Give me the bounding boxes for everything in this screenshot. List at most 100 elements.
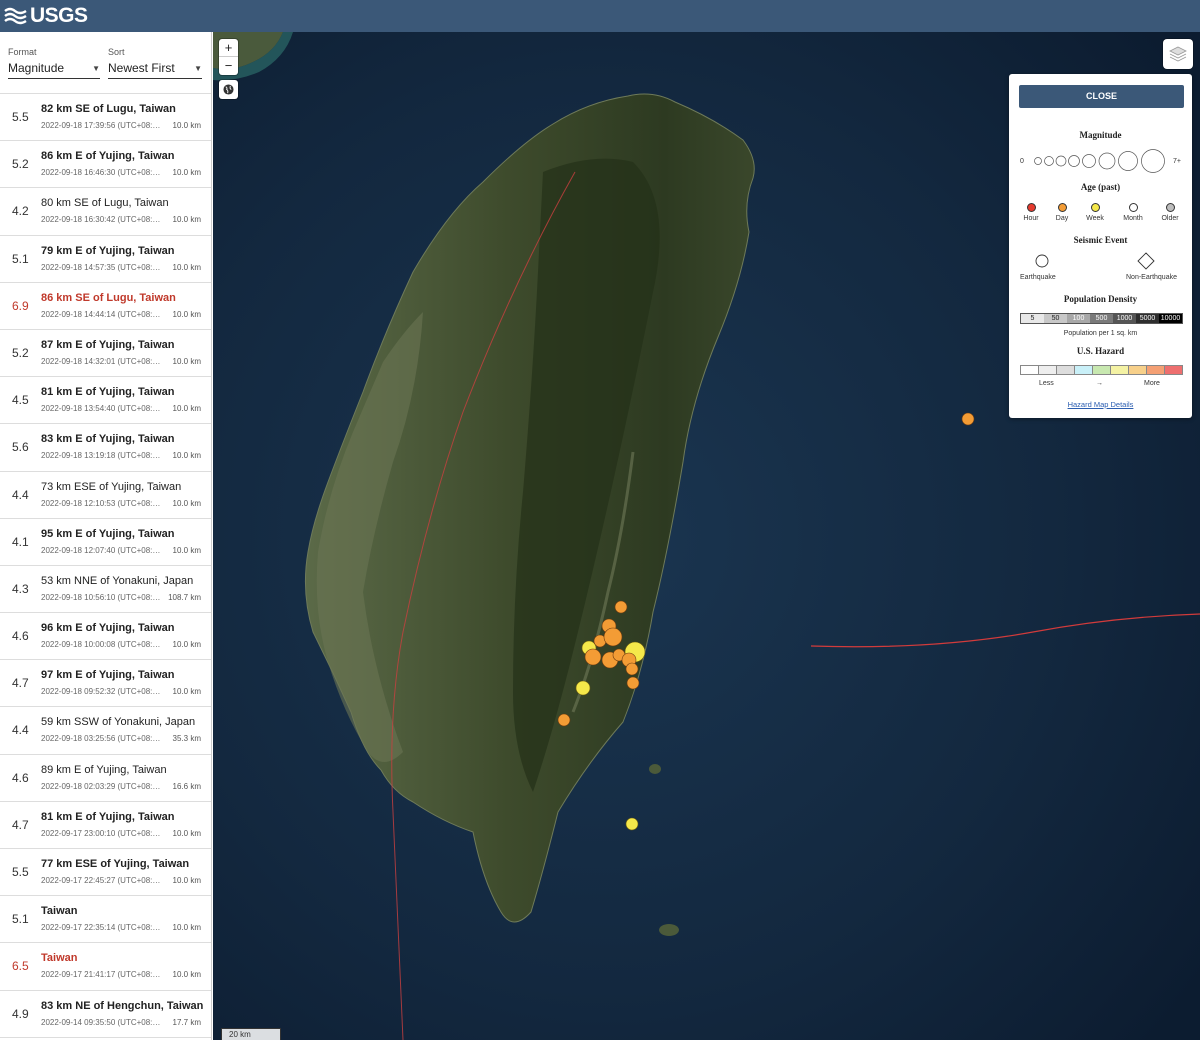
earthquake-time: 2022-09-18 16:46:30 (UTC+08:00) — [41, 168, 162, 178]
earthquake-marker[interactable] — [584, 648, 602, 666]
age-legend-item: Week — [1080, 203, 1110, 222]
age-legend-item: Hour — [1016, 203, 1046, 222]
close-legend-button[interactable]: CLOSE — [1019, 85, 1184, 108]
earthquake-time: 2022-09-18 10:56:10 (UTC+08:00) — [41, 592, 162, 602]
earthquake-depth: 10.0 km — [172, 687, 201, 697]
population-caption: Population per 1 sq. km — [1063, 330, 1138, 337]
hazard-swatch — [1165, 366, 1182, 374]
earthquake-marker[interactable] — [614, 600, 628, 614]
magnitude-value: 4.7 — [12, 676, 29, 691]
earthquake-list-item[interactable]: 4.1 95 km E of Yujing, Taiwan 2022-09-18 1… — [0, 519, 211, 566]
earthquake-list-item[interactable]: 5.2 86 km E of Yujing, Taiwan 2022-09-18 1… — [0, 141, 211, 189]
mag-max-label: 7+ — [1173, 158, 1181, 165]
magnitude-value: 4.1 — [12, 534, 29, 549]
earthquake-list-item[interactable]: 4.7 97 km E of Yujing, Taiwan 2022-09-18 0… — [0, 660, 211, 708]
earthquake-list-item[interactable]: 4.6 89 km E of Yujing, Taiwan 2022-09-18 0… — [0, 755, 211, 802]
zoom-in-button[interactable]: + — [219, 39, 238, 57]
population-scale: 5 50 100 500 1000 5000 10000 — [1020, 313, 1183, 324]
earthquake-marker[interactable] — [961, 412, 975, 426]
earthquake-list-item[interactable]: 4.7 81 km E of Yujing, Taiwan 2022-09-17 2… — [0, 802, 211, 849]
usgs-logo[interactable]: USGS — [4, 4, 88, 28]
earthquake-marker[interactable] — [603, 627, 623, 647]
earthquake-depth: 10.0 km — [172, 356, 201, 366]
population-level: 5 — [1021, 314, 1044, 323]
magnitude-value: 5.2 — [12, 157, 29, 172]
earthquake-list-item[interactable]: 4.4 59 km SSW of Yonakuni, Japan 2022-09-1… — [0, 707, 211, 755]
zoom-out-button[interactable]: − — [219, 57, 238, 75]
format-select[interactable]: Format Magnitude ▼ — [8, 47, 100, 79]
magnitude-value: 6.5 — [12, 959, 29, 974]
earthquake-time: 2022-09-18 16:30:42 (UTC+08:00) — [41, 215, 162, 225]
earthquake-list-item[interactable]: 4.5 81 km E of Yujing, Taiwan 2022-09-18 1… — [0, 377, 211, 425]
population-level: 100 — [1067, 314, 1090, 323]
earthquake-depth: 10.0 km — [172, 545, 201, 555]
magnitude-value: 4.6 — [12, 629, 29, 644]
earthquake-depth: 10.0 km — [172, 923, 201, 933]
earthquake-list-item[interactable]: 5.2 87 km E of Yujing, Taiwan 2022-09-18 1… — [0, 330, 211, 378]
earthquake-place: 87 km E of Yujing, Taiwan — [41, 338, 175, 351]
magnitude-value: 5.1 — [12, 912, 29, 927]
magnitude-value: 4.7 — [12, 817, 29, 832]
earthquake-time: 2022-09-18 10:00:08 (UTC+08:00) — [41, 640, 162, 650]
non-earthquake-label: Non-Earthquake — [1126, 274, 1177, 281]
earthquake-list-item[interactable]: 6.9 86 km SE of Lugu, Taiwan 2022-09-18 14… — [0, 283, 211, 330]
age-label: Day — [1055, 215, 1069, 222]
earthquake-list-item[interactable]: 5.5 82 km SE of Lugu, Taiwan 2022-09-18 17… — [0, 94, 211, 142]
earthquake-list-item[interactable]: 4.2 80 km SE of Lugu, Taiwan 2022-09-18 16… — [0, 188, 211, 236]
layers-button[interactable] — [1163, 39, 1193, 69]
earthquake-list-item[interactable]: 4.6 96 km E of Yujing, Taiwan 2022-09-18 1… — [0, 613, 211, 661]
earthquake-list-item[interactable]: 4.3 53 km NNE of Yonakuni, Japan 2022-09-1… — [0, 566, 211, 614]
age-dot-icon — [1057, 203, 1067, 212]
format-value: Magnitude — [8, 61, 65, 75]
earthquake-place: 81 km E of Yujing, Taiwan — [41, 810, 175, 823]
population-level: 1000 — [1113, 314, 1136, 323]
earthquake-depth: 10.0 km — [172, 309, 201, 319]
earthquake-time: 2022-09-17 21:41:17 (UTC+08:00) — [41, 970, 162, 980]
earthquake-list-item[interactable]: 5.1 79 km E of Yujing, Taiwan 2022-09-18 1… — [0, 236, 211, 283]
earthquake-depth: 10.0 km — [172, 970, 201, 980]
earthquake-marker[interactable] — [626, 676, 640, 690]
magnitude-value: 4.4 — [12, 487, 29, 502]
earthquake-depth: 16.6 km — [172, 781, 201, 791]
hazard-arrow: → — [1096, 380, 1103, 387]
sort-select[interactable]: Sort Newest First ▼ — [108, 47, 202, 79]
chevron-down-icon: ▼ — [194, 63, 202, 73]
earthquake-time: 2022-09-18 02:03:29 (UTC+08:00) — [41, 781, 162, 791]
earthquake-circle-icon — [1035, 254, 1049, 268]
earthquake-depth: 10.0 km — [172, 215, 201, 225]
earthquake-place: Taiwan — [41, 905, 78, 918]
age-dot-icon — [1128, 203, 1138, 212]
earthquake-marker[interactable] — [575, 680, 591, 696]
population-level: 10000 — [1159, 314, 1182, 323]
earthquake-marker[interactable] — [625, 662, 639, 676]
globe-button[interactable] — [219, 80, 238, 99]
earthquake-list-item[interactable]: 5.5 77 km ESE of Yujing, Taiwan 2022-09-17… — [0, 849, 211, 897]
earthquake-depth: 17.7 km — [172, 1017, 201, 1027]
sort-value: Newest First — [108, 61, 175, 75]
earthquake-time: 2022-09-18 09:52:32 (UTC+08:00) — [41, 687, 162, 697]
earthquake-depth: 10.0 km — [172, 640, 201, 650]
earthquake-place: 83 km NE of Hengchun, Taiwan — [41, 999, 204, 1012]
hazard-swatch — [1129, 366, 1147, 374]
age-legend-item: Day — [1047, 203, 1077, 222]
earthquake-list-item[interactable]: 4.9 83 km NE of Hengchun, Taiwan 2022-09-1… — [0, 991, 211, 1038]
earthquake-marker[interactable] — [625, 817, 639, 831]
earthquake-time: 2022-09-18 12:07:40 (UTC+08:00) — [41, 545, 162, 555]
earthquake-place: 77 km ESE of Yujing, Taiwan — [41, 858, 190, 870]
earthquake-place: 95 km E of Yujing, Taiwan — [41, 527, 175, 540]
earthquake-marker[interactable] — [557, 713, 571, 727]
hazard-map-details-link[interactable]: Hazard Map Details — [1009, 400, 1192, 409]
earthquake-time: 2022-09-17 22:45:27 (UTC+08:00) — [41, 876, 162, 885]
earthquake-place: 97 km E of Yujing, Taiwan — [41, 669, 175, 682]
hazard-swatch — [1021, 366, 1039, 374]
earthquake-time: 2022-09-17 22:35:14 (UTC+08:00) — [41, 923, 162, 933]
earthquake-list-item[interactable]: 5.6 83 km E of Yujing, Taiwan 2022-09-18 1… — [0, 424, 211, 472]
map-view[interactable]: + − 20 km CLOSE Magnitude 0 7+ Age (past… — [213, 32, 1200, 1040]
age-dot-icon — [1026, 203, 1036, 212]
earthquake-list-item[interactable]: 6.5 Taiwan 2022-09-17 21:41:17 (UTC+08:00)… — [0, 943, 211, 991]
magnitude-value: 4.5 — [12, 393, 29, 408]
earthquake-list-item[interactable]: 4.4 73 km ESE of Yujing, Taiwan 2022-09-18… — [0, 472, 211, 519]
earthquake-time: 2022-09-18 13:19:18 (UTC+08:00) — [41, 451, 162, 461]
magnitude-scale-circles — [1034, 149, 1165, 173]
earthquake-list-item[interactable]: 5.1 Taiwan 2022-09-17 22:35:14 (UTC+08:00)… — [0, 896, 211, 944]
